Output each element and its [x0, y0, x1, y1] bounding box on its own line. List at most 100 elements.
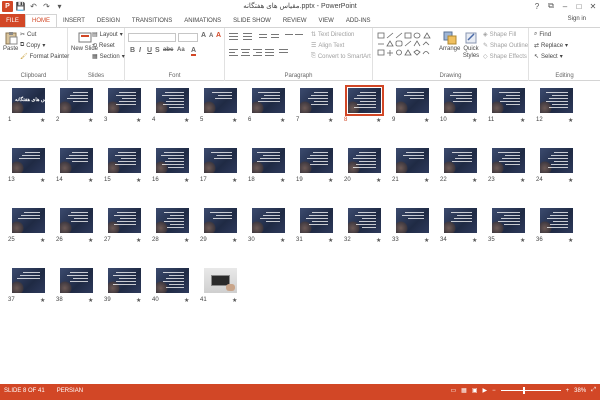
section-button[interactable]: ▦ Section ▾	[92, 53, 125, 61]
transition-star-icon[interactable]: ★	[328, 177, 333, 184]
slide-thumbnail[interactable]: 8 ★	[344, 85, 384, 124]
text-direction-button[interactable]: ⇅ Text Direction	[311, 31, 354, 39]
tab-animations[interactable]: ANIMATIONS	[178, 14, 227, 27]
slide-thumbnail[interactable]: 9 ★	[392, 88, 429, 124]
sign-in-link[interactable]: Sign in	[568, 16, 586, 22]
transition-star-icon[interactable]: ★	[424, 237, 429, 244]
transition-star-icon[interactable]: ★	[280, 177, 285, 184]
slide-thumbnail[interactable]: 26 ★	[56, 208, 93, 244]
slide-thumbnail[interactable]: 23 ★	[488, 148, 525, 184]
minimize-icon[interactable]: –	[558, 0, 572, 12]
shape-effects-button[interactable]: ◇ Shape Effects	[483, 53, 527, 61]
tab-file[interactable]: FILE	[0, 14, 25, 27]
slide-thumbnail[interactable]: 7 ★	[296, 88, 333, 124]
underline-button[interactable]: U	[147, 47, 152, 54]
transition-star-icon[interactable]: ★	[424, 117, 429, 124]
grow-font-icon[interactable]: A	[201, 32, 206, 39]
slide-thumbnail[interactable]: 40 ★	[152, 268, 189, 304]
slide-thumbnail[interactable]: 2 ★	[56, 88, 93, 124]
font-size-field[interactable]	[178, 33, 198, 42]
clear-formatting-icon[interactable]: A	[216, 32, 221, 39]
slide-show-view-icon[interactable]: ▶	[483, 387, 488, 394]
slide-thumbnail[interactable]: 33 ★	[392, 208, 429, 244]
transition-star-icon[interactable]: ★	[472, 237, 477, 244]
convert-smartart-button[interactable]: ⎘ Convert to SmartArt	[311, 53, 371, 60]
slide-thumbnail[interactable]: 20 ★	[344, 148, 381, 184]
strikethrough-button[interactable]: abc	[163, 47, 173, 53]
change-case-button[interactable]: Aa	[177, 47, 185, 53]
tab-design[interactable]: DESIGN	[91, 14, 126, 27]
transition-star-icon[interactable]: ★	[184, 297, 189, 304]
transition-star-icon[interactable]: ★	[280, 117, 285, 124]
slide-thumbnail[interactable]: 30 ★	[248, 208, 285, 244]
replace-button[interactable]: ⇄ Replace ▾	[534, 42, 568, 50]
transition-star-icon[interactable]: ★	[376, 177, 381, 184]
tab-slide-show[interactable]: SLIDE SHOW	[227, 14, 277, 27]
paragraph-format-icons[interactable]	[229, 32, 307, 62]
slide-thumbnail[interactable]: 10 ★	[440, 88, 477, 124]
normal-view-icon[interactable]: ▭	[451, 387, 457, 394]
zoom-slider-thumb[interactable]	[522, 387, 525, 394]
slide-sorter-view-icon[interactable]: ▦	[461, 387, 467, 394]
shape-fill-button[interactable]: ◈ Shape Fill	[483, 31, 516, 39]
tab-add-ins[interactable]: ADD-INS	[340, 14, 377, 27]
slide-thumbnail[interactable]: 28 ★	[152, 208, 189, 244]
slide-thumbnail[interactable]: مقیاس های هفتگانه 1 ★	[8, 88, 45, 124]
zoom-slider[interactable]	[500, 387, 561, 394]
transition-star-icon[interactable]: ★	[232, 237, 237, 244]
shrink-font-icon[interactable]: A	[209, 33, 213, 39]
transition-star-icon[interactable]: ★	[376, 117, 381, 124]
transition-star-icon[interactable]: ★	[232, 297, 237, 304]
transition-star-icon[interactable]: ★	[184, 237, 189, 244]
transition-star-icon[interactable]: ★	[472, 117, 477, 124]
quick-styles-button[interactable]: Quick Styles	[461, 31, 481, 60]
copy-button[interactable]: ⧉ Copy ▾	[20, 42, 45, 49]
slide-thumbnail[interactable]: 14 ★	[56, 148, 93, 184]
transition-star-icon[interactable]: ★	[40, 237, 45, 244]
zoom-level[interactable]: 38%	[574, 388, 586, 394]
close-icon[interactable]: ✕	[586, 0, 600, 12]
transition-star-icon[interactable]: ★	[88, 177, 93, 184]
transition-star-icon[interactable]: ★	[376, 237, 381, 244]
slide-thumbnail[interactable]: 36 ★	[536, 208, 573, 244]
bold-button[interactable]: B	[130, 47, 135, 54]
transition-star-icon[interactable]: ★	[88, 297, 93, 304]
slide-thumbnail[interactable]: 27 ★	[104, 208, 141, 244]
reset-button[interactable]: ⟲ Reset	[92, 42, 115, 50]
slide-thumbnail[interactable]: 22 ★	[440, 148, 477, 184]
shape-outline-button[interactable]: ✎ Shape Outline	[483, 42, 528, 50]
zoom-in-button[interactable]: +	[566, 388, 570, 394]
transition-star-icon[interactable]: ★	[568, 237, 573, 244]
slide-thumbnail[interactable]: 5 ★	[200, 88, 237, 124]
slide-thumbnail[interactable]: 35 ★	[488, 208, 525, 244]
slide-thumbnail[interactable]: 41 ★	[200, 268, 237, 304]
slide-thumbnail[interactable]: 17 ★	[200, 148, 237, 184]
tab-insert[interactable]: INSERT	[57, 14, 91, 27]
transition-star-icon[interactable]: ★	[232, 177, 237, 184]
slide-thumbnail[interactable]: 3 ★	[104, 88, 141, 124]
slide-thumbnail[interactable]: 31 ★	[296, 208, 333, 244]
slide-thumbnail[interactable]: 38 ★	[56, 268, 93, 304]
transition-star-icon[interactable]: ★	[136, 177, 141, 184]
transition-star-icon[interactable]: ★	[40, 177, 45, 184]
slide-thumbnail[interactable]: 6 ★	[248, 88, 285, 124]
italic-button[interactable]: I	[139, 47, 141, 54]
slide-thumbnail[interactable]: 16 ★	[152, 148, 189, 184]
layout-button[interactable]: ▤ Layout ▾	[92, 31, 123, 39]
tab-home[interactable]: HOME	[25, 14, 57, 27]
slide-thumbnail[interactable]: 4 ★	[152, 88, 189, 124]
transition-star-icon[interactable]: ★	[184, 177, 189, 184]
slide-thumbnail[interactable]: 12 ★	[536, 88, 573, 124]
transition-star-icon[interactable]: ★	[136, 237, 141, 244]
select-button[interactable]: ↖ Select ▾	[534, 53, 563, 61]
slide-thumbnail[interactable]: 11 ★	[488, 88, 525, 124]
slide-thumbnail[interactable]: 21 ★	[392, 148, 429, 184]
font-name-field[interactable]	[128, 33, 176, 42]
zoom-out-button[interactable]: −	[492, 388, 496, 394]
paste-button[interactable]: Paste	[3, 31, 18, 52]
transition-star-icon[interactable]: ★	[40, 117, 45, 124]
transition-star-icon[interactable]: ★	[40, 297, 45, 304]
transition-star-icon[interactable]: ★	[520, 117, 525, 124]
arrange-button[interactable]: Arrange	[439, 31, 460, 52]
font-color-button[interactable]: A	[191, 47, 197, 56]
